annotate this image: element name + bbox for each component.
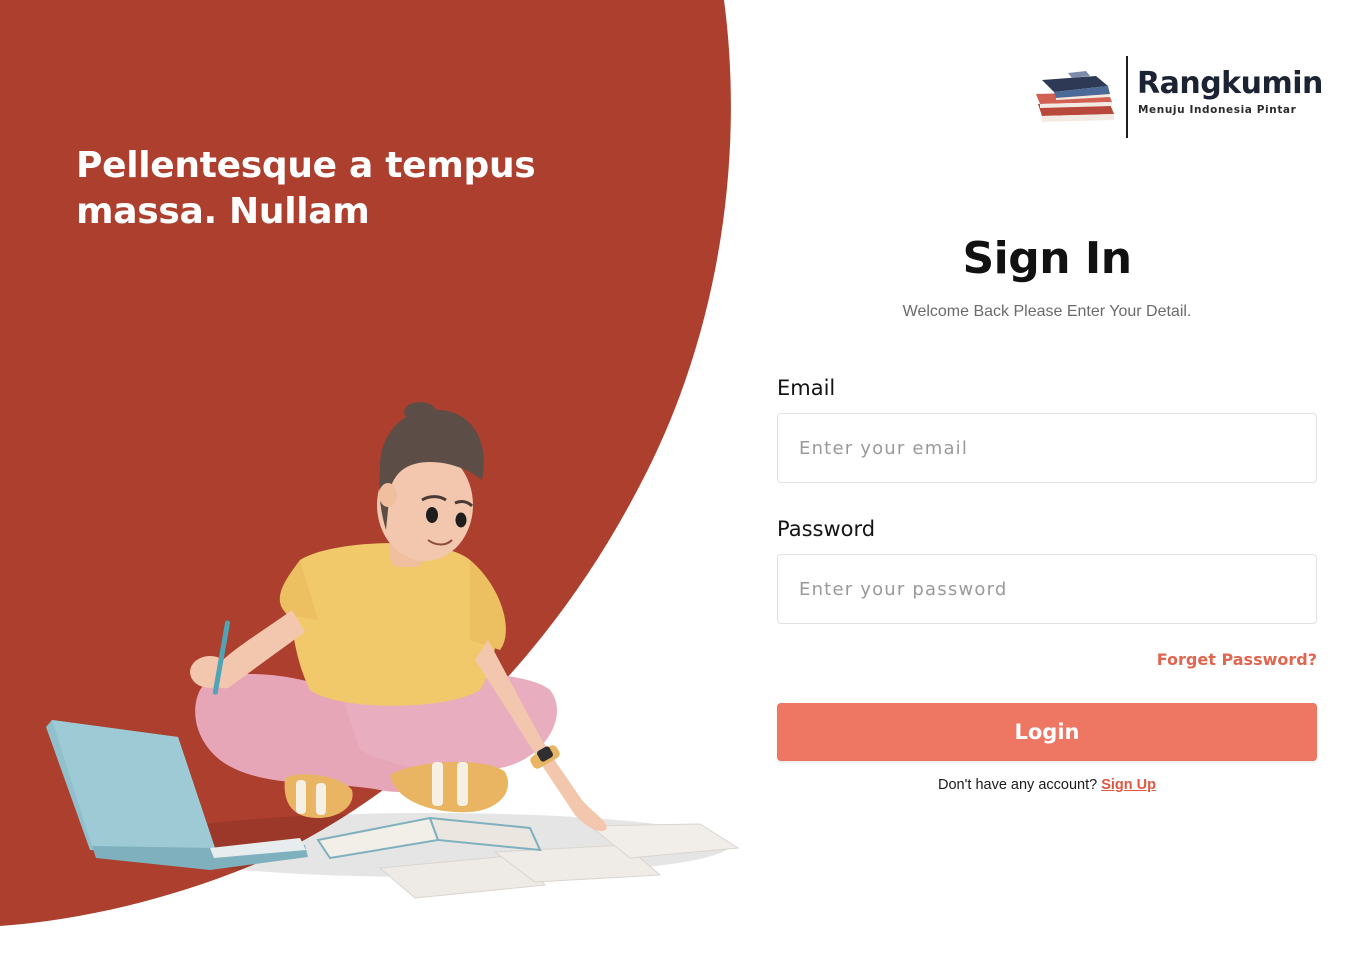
- signup-link[interactable]: Sign Up: [1101, 777, 1156, 793]
- forgot-password-link[interactable]: Forget Password?: [1157, 650, 1317, 669]
- student-illustration: [46, 402, 740, 899]
- brand-name: Rangkumin: [1137, 66, 1323, 101]
- login-button[interactable]: Login: [777, 703, 1317, 761]
- brand-divider: [1126, 56, 1128, 138]
- hero-headline: Pellentesque a tempus massa. Nullam: [76, 145, 536, 232]
- password-label: Password: [777, 517, 876, 541]
- brand: Rangkumin Menuju Indonesia Pintar: [1034, 56, 1334, 138]
- sign-in-page: Pellentesque a tempus massa. Nullam Rang…: [0, 0, 1368, 974]
- signup-prompt: Don't have any account?: [938, 777, 1098, 793]
- email-field[interactable]: [777, 413, 1317, 483]
- stacked-books-icon: [1036, 71, 1114, 122]
- brand-tagline: Menuju Indonesia Pintar: [1138, 104, 1297, 116]
- page-subtitle: Welcome Back Please Enter Your Detail.: [902, 303, 1192, 320]
- page-title: Sign In: [962, 233, 1132, 284]
- signup-row: Don't have any account? Sign Up: [777, 777, 1317, 793]
- email-label: Email: [777, 376, 836, 400]
- password-field[interactable]: [777, 554, 1317, 624]
